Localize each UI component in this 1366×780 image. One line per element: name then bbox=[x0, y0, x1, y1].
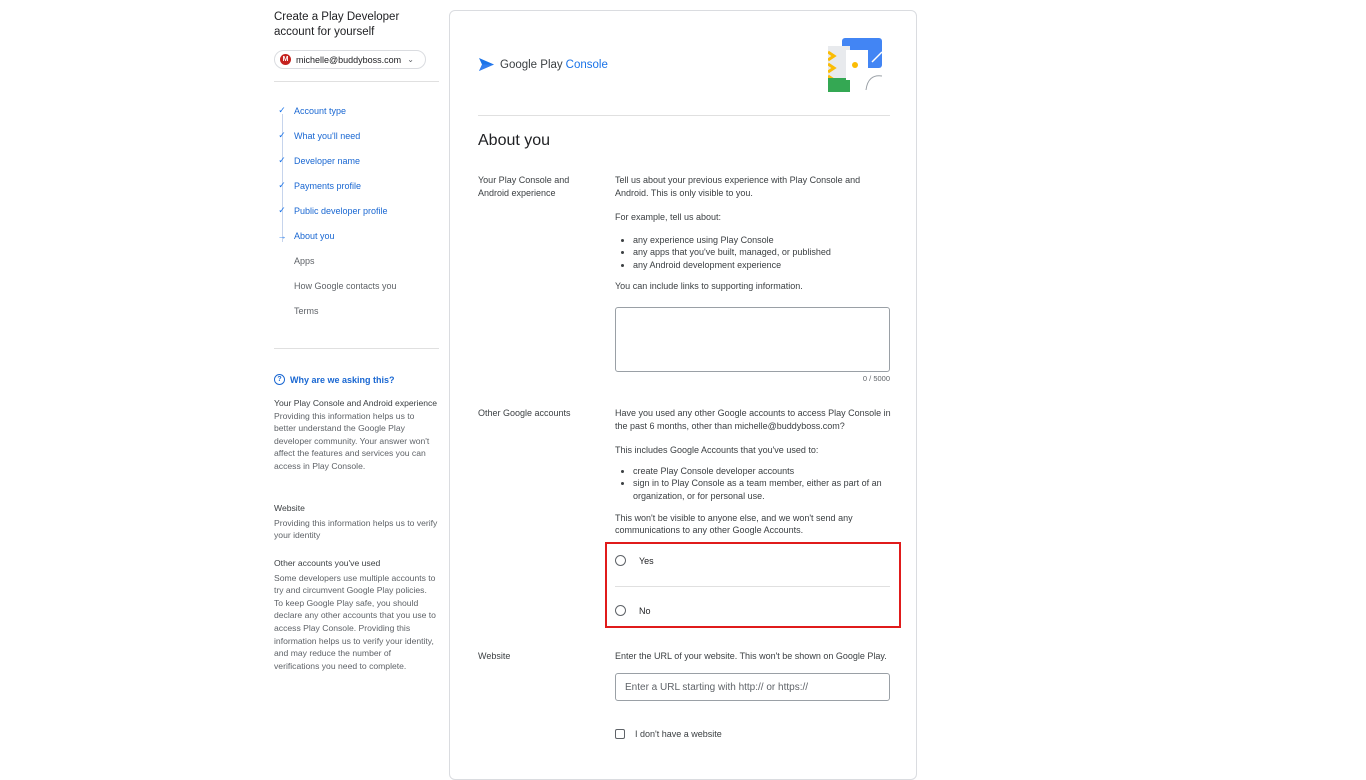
step-developer-name[interactable]: ✓ Developer name bbox=[274, 148, 440, 173]
sidebar-title: Create a Play Developer account for your… bbox=[274, 11, 400, 38]
chevron-down-icon: ⌄ bbox=[407, 55, 414, 64]
step-apps: Apps bbox=[294, 255, 315, 266]
checkbox-icon[interactable] bbox=[615, 729, 625, 739]
help-circle-icon: ? bbox=[274, 374, 285, 385]
step-payments-profile[interactable]: ✓ Payments profile bbox=[274, 173, 440, 198]
play-console-icon bbox=[479, 58, 494, 71]
divider bbox=[615, 586, 890, 587]
divider bbox=[274, 348, 439, 349]
list-item: sign in to Play Console as a team member… bbox=[633, 477, 891, 502]
check-icon: ✓ bbox=[278, 205, 286, 215]
website-description: Enter the URL of your website. This won'… bbox=[615, 651, 887, 661]
step-account-type[interactable]: ✓ Account type bbox=[274, 98, 440, 123]
check-icon: ✓ bbox=[278, 155, 286, 165]
character-counter: 0 / 5000 bbox=[862, 374, 890, 383]
check-icon: ✓ bbox=[278, 130, 286, 140]
other-accounts-label: Other Google accounts bbox=[478, 408, 571, 418]
check-icon: ✓ bbox=[278, 180, 286, 190]
experience-textarea[interactable] bbox=[615, 307, 890, 372]
radio-circle-icon[interactable] bbox=[615, 555, 626, 566]
no-website-checkbox[interactable]: I don't have a website bbox=[615, 729, 722, 739]
website-label: Website bbox=[478, 651, 511, 661]
list-item: any apps that you've built, managed, or … bbox=[633, 246, 891, 259]
list-item: any Android development experience bbox=[633, 259, 891, 272]
step-how-google-contacts-you: How Google contacts you bbox=[294, 280, 397, 291]
help-website: Website Providing this information helps… bbox=[274, 503, 438, 541]
list-item: create Play Console developer accounts bbox=[633, 465, 891, 478]
play-console-logo: Google Play Console bbox=[478, 57, 608, 72]
account-email: michelle@buddyboss.com bbox=[296, 54, 402, 65]
list-item: any experience using Play Console bbox=[633, 234, 891, 247]
other-accounts-description: Have you used any other Google accounts … bbox=[615, 407, 891, 537]
website-url-input[interactable] bbox=[615, 673, 890, 701]
step-public-developer-profile[interactable]: ✓ Public developer profile bbox=[274, 198, 440, 223]
step-list: ✓ Account type ✓ What you'll need ✓ Develop… bbox=[274, 98, 440, 323]
radio-no[interactable]: No bbox=[615, 605, 651, 616]
radio-yes[interactable]: Yes bbox=[615, 555, 654, 566]
step-terms: Terms bbox=[294, 305, 319, 316]
developer-profile-illustration bbox=[828, 38, 882, 92]
why-asking-heading: ? Why are we asking this? bbox=[274, 374, 395, 385]
avatar: M bbox=[280, 54, 291, 65]
help-experience: Your Play Console and Android experience… bbox=[274, 398, 438, 471]
page-title: About you bbox=[478, 132, 551, 149]
divider bbox=[274, 81, 439, 82]
help-other-accounts: Other accounts you've used Some develope… bbox=[274, 558, 436, 671]
step-about-you[interactable]: → About you bbox=[274, 223, 440, 248]
arrow-right-icon: → bbox=[277, 230, 287, 241]
check-icon: ✓ bbox=[278, 105, 286, 115]
experience-label: Your Play Console and Android experience bbox=[478, 175, 570, 198]
step-what-youll-need[interactable]: ✓ What you'll need bbox=[274, 123, 440, 148]
about-you-card: Google Play Console About you Your Play … bbox=[449, 10, 917, 780]
account-switcher[interactable]: M michelle@buddyboss.com ⌄ bbox=[274, 50, 426, 69]
experience-description: Tell us about your previous experience w… bbox=[615, 174, 891, 292]
divider bbox=[478, 115, 890, 116]
radio-circle-icon[interactable] bbox=[615, 605, 626, 616]
